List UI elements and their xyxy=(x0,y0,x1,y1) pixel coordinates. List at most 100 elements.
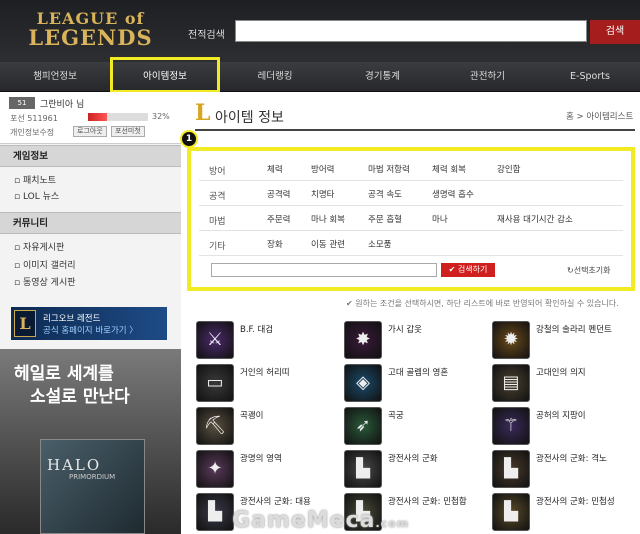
user-tier: 포선 511961 xyxy=(10,114,58,123)
halo-ad-banner[interactable]: 헤일로 세계를 소설로 만난다 HALO PRIMORDIUM xyxy=(0,349,181,534)
link-free-board[interactable]: ▫ 자유게시판 xyxy=(14,240,64,253)
nav-esports[interactable]: E-Sports xyxy=(540,62,640,92)
boots-icon: ▙ xyxy=(196,493,234,531)
nav-item-info[interactable]: 아이템정보 xyxy=(110,57,220,93)
item-name: 광전사의 군화 xyxy=(388,454,438,464)
nav-champion-info[interactable]: 챔피언정보 xyxy=(0,62,110,92)
nav-ladder-ranking[interactable]: 레더랭킹 xyxy=(220,62,330,92)
filter-option[interactable]: 공격 속도 xyxy=(368,188,402,200)
filter-option[interactable]: 소모품 xyxy=(368,238,391,250)
record-search-input[interactable] xyxy=(235,20,587,42)
filter-hint: ✔ 원하는 조건을 선택하시면, 하단 리스트에 바로 반영되어 확인하실 수 … xyxy=(346,299,619,308)
item-entry[interactable]: ▤ 고대인의 의지 xyxy=(487,362,635,405)
filter-table: 방어 체력 방어력 마법 저항력 체력 회복 강인함 공격 공격력 치명타 공격… xyxy=(199,156,623,256)
level-badge: 51 xyxy=(9,97,35,109)
filter-option[interactable]: 치명타 xyxy=(311,188,334,200)
filter-option[interactable]: 마나 회복 xyxy=(311,213,345,225)
link-patch-notes-label: 패치노트 xyxy=(22,176,57,186)
link-lol-news[interactable]: ▫ LOL 뉴스 xyxy=(14,189,59,202)
nav-game-stats[interactable]: 경기통계 xyxy=(330,62,435,92)
user-profile: 51 그란비아 님 포선 511961 32% 개인정보수정 로그아웃 포선미첫 xyxy=(0,92,181,144)
filter-option[interactable]: 주문력 xyxy=(267,213,290,225)
filter-option[interactable]: 주문 흡혈 xyxy=(368,213,402,225)
item-name: 광전사의 군화: 민첩함 xyxy=(388,497,467,507)
halo-ad-line2: 소설로 만난다 xyxy=(30,387,130,407)
watermark-suffix: .com xyxy=(375,517,410,530)
item-entry[interactable]: ✸ 가시 갑옷 xyxy=(339,319,487,362)
link-video-board[interactable]: ▫ 동영상 게시판 xyxy=(14,275,76,288)
boots-icon: ▙ xyxy=(492,450,530,488)
item-name: 곡궁 xyxy=(388,411,404,421)
exp-bar xyxy=(88,113,148,121)
item-entry[interactable]: ▙ 광전사의 군화: 격노 xyxy=(487,448,635,491)
link-image-gallery-label: 이미지 갤러리 xyxy=(22,261,76,271)
edit-profile-link[interactable]: 개인정보수정 xyxy=(10,127,54,138)
search-items-button[interactable]: ✔ 검색하기 xyxy=(441,263,495,277)
title-divider xyxy=(195,129,635,131)
filter-option[interactable]: 재사용 대기시간 감소 xyxy=(497,213,573,225)
item-entry[interactable]: ⚚ 공허의 지팡이 xyxy=(487,405,635,448)
boots-icon: ▙ xyxy=(492,493,530,531)
item-entry[interactable]: ◈ 고대 골렘의 영혼 xyxy=(339,362,487,405)
filter-option[interactable]: 생명력 흡수 xyxy=(432,188,474,200)
filter-option[interactable]: 체력 회복 xyxy=(432,163,466,175)
item-entry[interactable]: ▙ 광전사의 군화: 민첩성 xyxy=(487,491,635,534)
item-grid: ⚔ B.F. 대검 ✸ 가시 갑옷 ✹ 강철의 솔라리 펜던트 ▭ 거인의 허리띠 ◈ 고대 골렘… xyxy=(191,319,636,534)
filter-category: 마법 xyxy=(209,217,226,227)
item-entry[interactable]: ⛏ 곡괭이 xyxy=(191,405,339,448)
filter-option[interactable]: 마법 저항력 xyxy=(368,163,410,175)
community-header: 커뮤니티 xyxy=(0,212,181,234)
item-keyword-input[interactable] xyxy=(211,263,437,277)
item-name: 강철의 솔라리 펜던트 xyxy=(536,325,612,335)
pickaxe-icon: ⛏ xyxy=(196,407,234,445)
reset-filters-link[interactable]: ↻선택초기화 xyxy=(567,265,611,276)
item-entry[interactable]: ✹ 강철의 솔라리 펜던트 xyxy=(487,319,635,362)
staff-icon: ⚚ xyxy=(492,407,530,445)
halo-ad-line1: 헤일로 세계를 xyxy=(14,364,114,384)
record-search-label: 전적검색 xyxy=(188,30,225,41)
filter-row-attack: 공격 공격력 치명타 공격 속도 생명력 흡수 xyxy=(199,181,623,206)
filter-option[interactable]: 공격력 xyxy=(267,188,290,200)
record-search-button[interactable]: 검색 xyxy=(590,20,640,44)
user-name: 그란비아 님 xyxy=(40,100,85,110)
sword-icon: ⚔ xyxy=(196,321,234,359)
filter-option[interactable]: 체력 xyxy=(267,163,283,175)
logout-button[interactable]: 로그아웃 xyxy=(73,126,107,137)
breadcrumb[interactable]: 홈 > 아이템리스트 xyxy=(566,110,633,122)
item-name: 공허의 지팡이 xyxy=(536,411,586,421)
bow-icon: ➶ xyxy=(344,407,382,445)
filter-option[interactable]: 이동 관련 xyxy=(311,238,345,250)
halo-book-title: HALO xyxy=(47,456,102,474)
item-entry[interactable]: ▭ 거인의 허리띠 xyxy=(191,362,339,405)
lol-logo[interactable]: LEAGUE of LEGENDS xyxy=(28,8,153,56)
item-entry[interactable]: ✦ 광명의 영역 xyxy=(191,448,339,491)
banner-subtitle: 공식 홈페이지 바로가기 〉 xyxy=(43,326,138,336)
mypage-button[interactable]: 포선미첫 xyxy=(111,126,145,137)
filter-category: 방어 xyxy=(209,167,226,177)
filter-option[interactable]: 방어력 xyxy=(311,163,334,175)
nav-spectate[interactable]: 관전하기 xyxy=(435,62,540,92)
game-info-header: 게임정보 xyxy=(0,145,181,167)
filter-category: 공격 xyxy=(209,192,226,202)
item-entry[interactable]: ⚔ B.F. 대검 xyxy=(191,319,339,362)
filter-option[interactable]: 장화 xyxy=(267,238,283,250)
pendant-icon: ✹ xyxy=(492,321,530,359)
item-entry[interactable]: ➶ 곡궁 xyxy=(339,405,487,448)
filter-category: 기타 xyxy=(209,242,226,252)
item-name: 거인의 허리띠 xyxy=(240,368,290,378)
gamemeca-watermark: GameMeca.com xyxy=(232,508,409,533)
page-title: 아이템 정보 xyxy=(215,110,284,126)
halo-book-cover: HALO PRIMORDIUM xyxy=(40,439,145,534)
filter-option[interactable]: 강인함 xyxy=(497,163,520,175)
link-patch-notes[interactable]: ▫ 패치노트 xyxy=(14,173,56,186)
official-site-banner[interactable]: L 리그오브 레전드 공식 홈페이지 바로가기 〉 xyxy=(11,307,167,340)
item-name: B.F. 대검 xyxy=(240,325,274,335)
light-icon: ✦ xyxy=(196,450,234,488)
filter-row-defense: 방어 체력 방어력 마법 저항력 체력 회복 강인함 xyxy=(199,156,623,181)
watermark-text: GameMeca xyxy=(232,508,376,533)
item-entry[interactable]: ▙ 광전사의 군화 xyxy=(339,448,487,491)
lol-emblem-icon: L xyxy=(14,310,36,337)
filter-option[interactable]: 마나 xyxy=(432,213,448,225)
link-image-gallery[interactable]: ▫ 이미지 갤러리 xyxy=(14,258,76,271)
spiked-armor-icon: ✸ xyxy=(344,321,382,359)
